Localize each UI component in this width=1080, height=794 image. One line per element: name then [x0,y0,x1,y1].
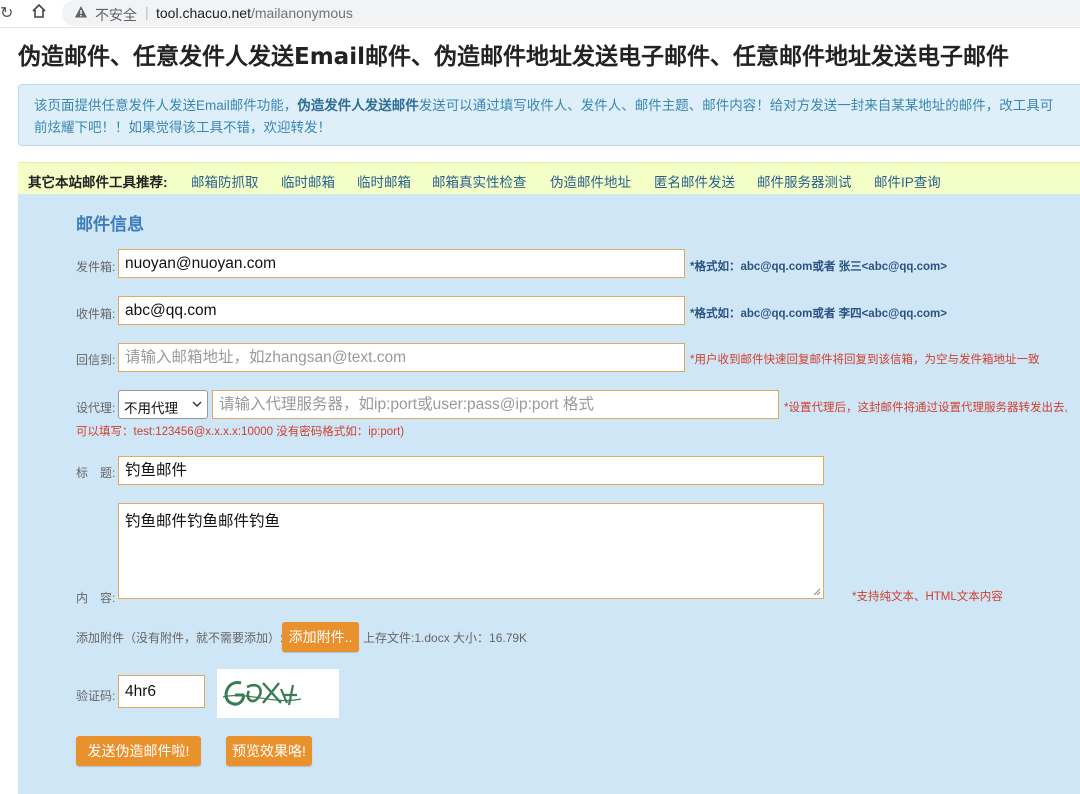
subject-input[interactable]: 钓鱼邮件 [118,456,824,485]
proxy-select-value: 不用代理 [124,401,178,416]
subject-label: 标 题: [76,466,116,480]
tool-link-server-test[interactable]: 邮件服务器测试 [757,171,852,191]
warning-icon [75,6,87,18]
chevron-down-icon [192,401,202,407]
content-hint: *支持纯文本、HTML文本内容 [852,591,1003,603]
reply-label: 回信到: [76,353,116,367]
tool-link-temp-mail-2[interactable]: 临时邮箱 [357,171,411,191]
content-text: 钓鱼邮件钓鱼邮件钓鱼 [125,513,281,530]
info-line2: 前炫耀下吧！！如果觉得该工具不错，欢迎转发！ [34,120,331,135]
proxy-input[interactable]: 请输入代理服务器，如ip:port或user:pass@ip:port 格式 [212,390,779,419]
from-input[interactable]: nuoyan@nuoyan.com [118,249,685,278]
info-box: 该页面提供任意发件人发送Email邮件功能，伪造发件人发送邮件发送可以通过填写收… [18,84,1080,146]
proxy-select[interactable]: 不用代理 [118,390,208,419]
to-label: 收件箱: [76,307,116,321]
url-separator: | [145,4,149,20]
from-hint: *格式如：abc@qq.com或者 张三<abc@qq.com> [690,261,947,273]
browser-toolbar: ↻ 不安全 | tool.chacuo.net/mailanonymous [0,0,1080,28]
url-host: tool.chacuo.net [156,5,251,21]
captcha-label: 验证码: [76,689,116,703]
proxy-label: 设代理: [76,401,116,415]
preview-button[interactable]: 预览效果咯! [226,736,312,766]
tool-link-fake-mail[interactable]: 伪造邮件地址 [550,171,631,191]
captcha-image[interactable] [217,669,339,718]
section-title: 邮件信息 [76,215,144,234]
tool-link-anti-scrape[interactable]: 邮箱防抓取 [191,171,259,191]
to-hint: *格式如：abc@qq.com或者 李四<abc@qq.com> [690,308,947,320]
attach-label: 添加附件（没有附件，就不需要添加）: [76,631,284,645]
reply-input[interactable]: 请输入邮箱地址，如zhangsan@text.com [118,343,685,372]
tool-link-temp-mail-1[interactable]: 临时邮箱 [281,171,335,191]
info-text: 该页面提供任意发件人发送Email邮件功能，伪造发件人发送邮件发送可以通过填写收… [34,95,1080,139]
tools-label: 其它本站邮件工具推荐: [28,175,168,190]
captcha-graphic [222,681,302,706]
tools-bar: 其它本站邮件工具推荐: 邮箱防抓取 临时邮箱 临时邮箱 邮箱真实性检查 伪造邮件… [18,162,1080,195]
tool-link-mail-ip[interactable]: 邮件IP查询 [874,171,941,191]
info-line-part1: 该页面提供任意发件人发送Email邮件功能， [34,98,298,113]
reply-hint: *用户收到邮件快速回复邮件将回复到该信箱，为空与发件箱地址一致 [690,354,1040,366]
reload-icon[interactable]: ↻ [0,3,13,23]
tool-link-anon-mail[interactable]: 匿名邮件发送 [654,171,735,191]
resize-handle-icon[interactable] [813,588,821,596]
home-icon[interactable] [30,2,48,20]
page-title: 伪造邮件、任意发件人发送Email邮件、伪造邮件地址发送电子邮件、任意邮件地址发… [18,44,1009,70]
info-line-bold: 伪造发件人发送邮件 [297,98,419,113]
uploaded-file-info: 上存文件:1.docx 大小：16.79K [363,631,528,645]
proxy-hint-2: 可以填写：test:123456@x.x.x.x:10000 没有密码格式如：i… [76,426,405,438]
url-text[interactable]: tool.chacuo.net/mailanonymous [156,5,353,21]
captcha-input[interactable]: 4hr6 [118,675,205,708]
add-attachment-button[interactable]: 添加附件.. [282,622,359,652]
proxy-hint: *设置代理后，这封邮件将通过设置代理服务器转发出去, [784,402,1068,414]
insecure-label[interactable]: 不安全 [95,5,137,25]
from-label: 发件箱: [76,260,116,274]
content-textarea[interactable]: 钓鱼邮件钓鱼邮件钓鱼 [118,503,824,599]
tool-link-mail-verify[interactable]: 邮箱真实性检查 [432,171,527,191]
info-line-part2: 发送可以通过填写收件人、发件人、邮件主题、邮件内容！给对方发送一封来自某某地址的… [418,98,1054,113]
content-label: 内 容: [76,591,116,605]
to-input[interactable]: abc@qq.com [118,296,685,325]
url-path: /mailanonymous [250,5,353,21]
send-fake-mail-button[interactable]: 发送伪造邮件啦! [76,736,201,766]
